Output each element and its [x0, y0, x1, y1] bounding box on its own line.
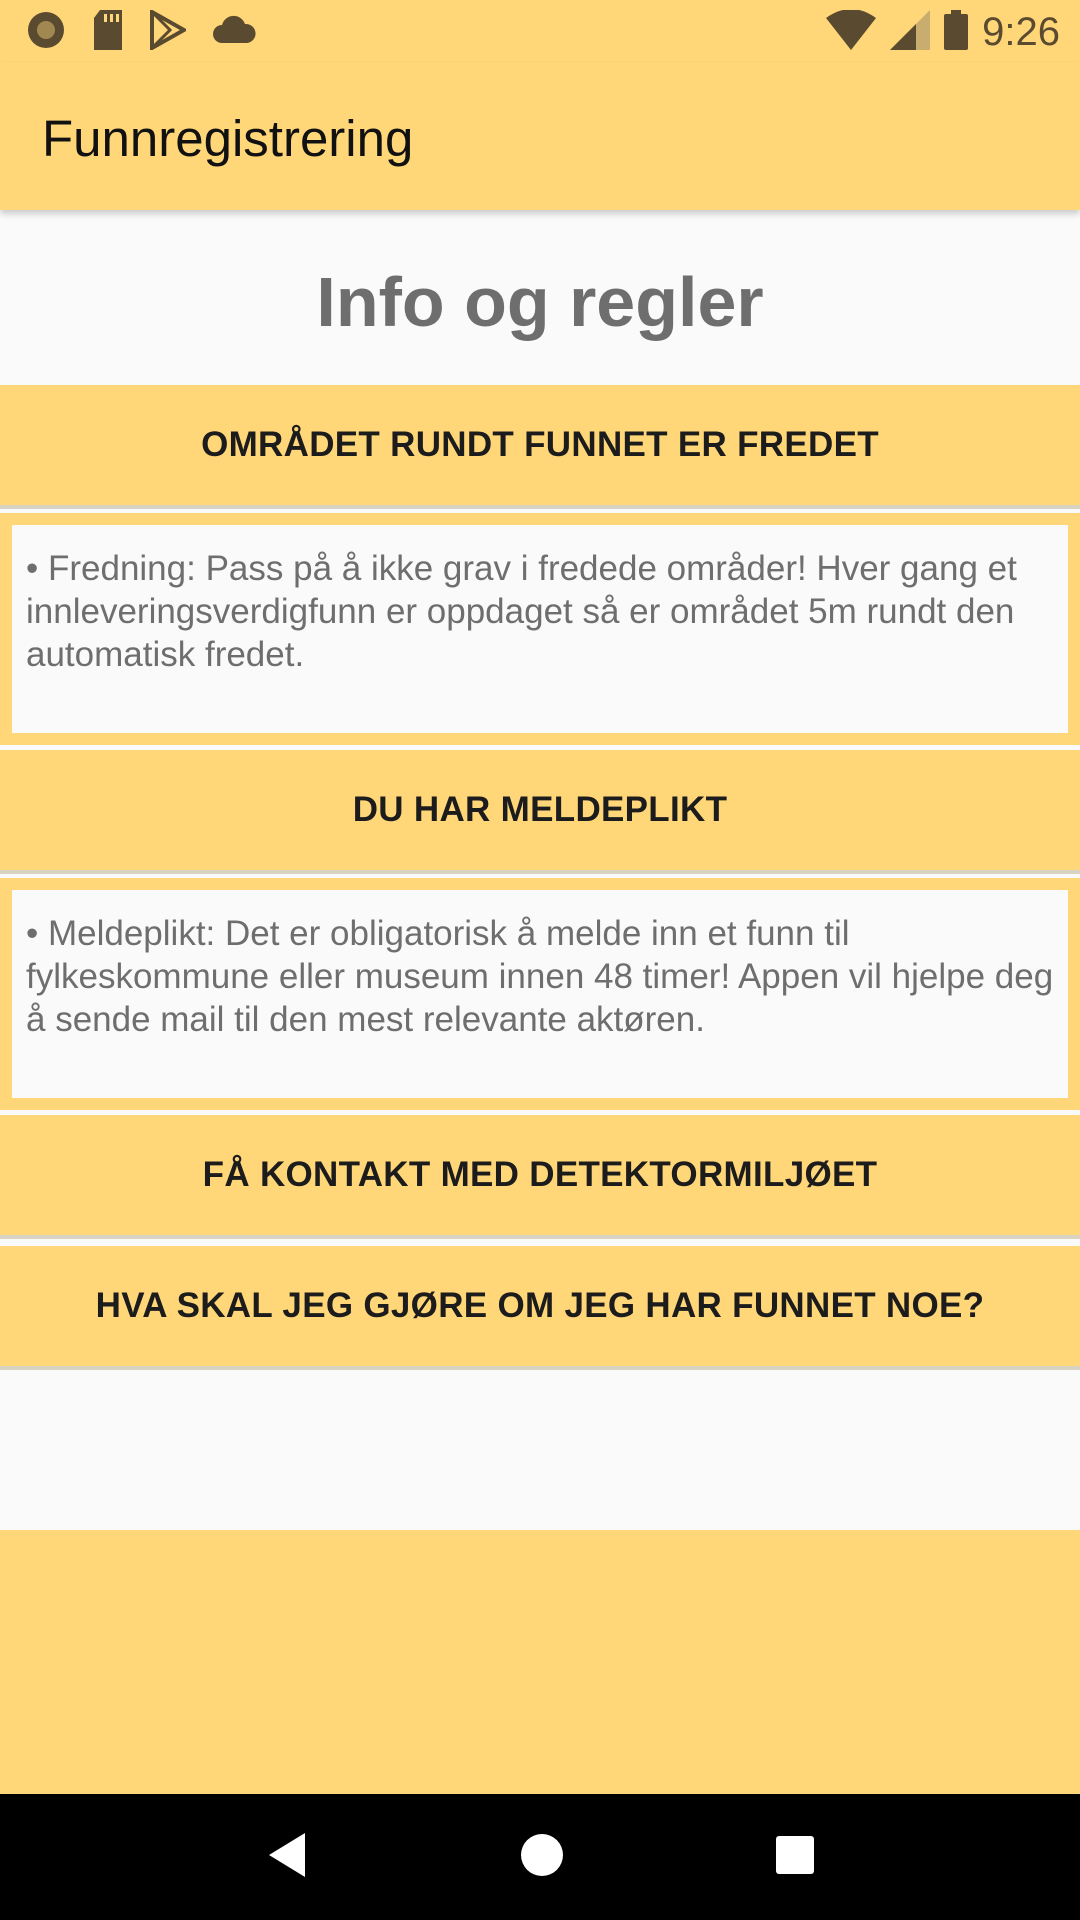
status-time: 9:26: [982, 10, 1060, 54]
record-icon: [26, 10, 66, 55]
sd-card-icon: [92, 10, 124, 55]
section-body-meldeplikt: • Meldeplikt: Det er obligatorisk å meld…: [12, 890, 1068, 1098]
system-nav-bar: [0, 1794, 1080, 1920]
section-panel-fredet: • Fredning: Pass på å ikke grav i freded…: [0, 513, 1080, 745]
cloud-icon: [212, 15, 256, 50]
recents-icon[interactable]: [775, 1835, 815, 1880]
section-button-fredet[interactable]: OMRÅDET RUNDT FUNNET ER FREDET: [0, 385, 1080, 509]
section-body-fredet: • Fredning: Pass på å ikke grav i freded…: [12, 525, 1068, 733]
back-icon[interactable]: [265, 1831, 309, 1884]
status-bar: 9:26: [0, 0, 1080, 63]
status-notification-icons: [26, 8, 256, 55]
play-store-icon: [150, 8, 189, 55]
section-button-funnet-noe[interactable]: HVA SKAL JEG GJØRE OM JEG HAR FUNNET NOE…: [0, 1246, 1080, 1370]
section-button-meldeplikt[interactable]: DU HAR MELDEPLIKT: [0, 750, 1080, 874]
page-heading: Info og regler: [316, 263, 764, 341]
app-bar: Funnregistrering: [0, 63, 1080, 210]
wifi-icon: [826, 8, 877, 55]
section-button-detektormiljo[interactable]: FÅ KONTAKT MED DETEKTORMILJØET: [0, 1115, 1080, 1239]
battery-icon: [944, 9, 969, 55]
status-system-icons: 9:26: [826, 8, 1060, 56]
home-icon[interactable]: [520, 1833, 564, 1882]
signal-icon: [890, 9, 931, 55]
app-title: Funnregistrering: [42, 110, 414, 167]
section-panel-meldeplikt: • Meldeplikt: Det er obligatorisk å meld…: [0, 878, 1080, 1110]
